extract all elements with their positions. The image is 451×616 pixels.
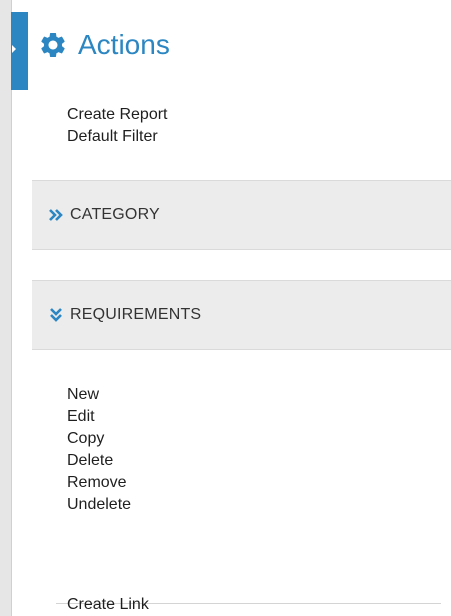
copy-link[interactable]: Copy <box>67 428 131 450</box>
actions-panel: Actions Create Report Default Filter CAT… <box>32 0 451 616</box>
left-rail <box>0 0 12 616</box>
link-actions-list: Create Link <box>67 594 149 616</box>
actions-panel-page: Actions Create Report Default Filter CAT… <box>0 0 451 616</box>
edit-link[interactable]: Edit <box>67 406 131 428</box>
panel-header: Actions <box>32 12 451 78</box>
requirements-actions-list: New Edit Copy Delete Remove Undelete <box>67 384 131 516</box>
double-chevron-down-icon <box>50 308 62 322</box>
remove-link[interactable]: Remove <box>67 472 131 494</box>
create-link-link[interactable]: Create Link <box>67 594 149 616</box>
category-section-label: CATEGORY <box>70 206 160 223</box>
top-actions-list: Create Report Default Filter <box>67 104 168 148</box>
delete-link[interactable]: Delete <box>67 450 131 472</box>
requirements-section-header[interactable]: REQUIREMENTS <box>32 280 451 350</box>
requirements-section-label: REQUIREMENTS <box>70 306 202 323</box>
collapse-arrow-icon <box>12 45 16 53</box>
category-section-header[interactable]: CATEGORY <box>32 180 451 250</box>
double-chevron-right-icon <box>49 209 63 221</box>
undelete-link[interactable]: Undelete <box>67 494 131 516</box>
new-link[interactable]: New <box>67 384 131 406</box>
create-report-link[interactable]: Create Report <box>67 104 168 126</box>
panel-title: Actions <box>78 29 170 60</box>
gear-icon <box>41 33 65 57</box>
collapse-panel-tab[interactable] <box>11 12 28 90</box>
default-filter-link[interactable]: Default Filter <box>67 126 168 148</box>
